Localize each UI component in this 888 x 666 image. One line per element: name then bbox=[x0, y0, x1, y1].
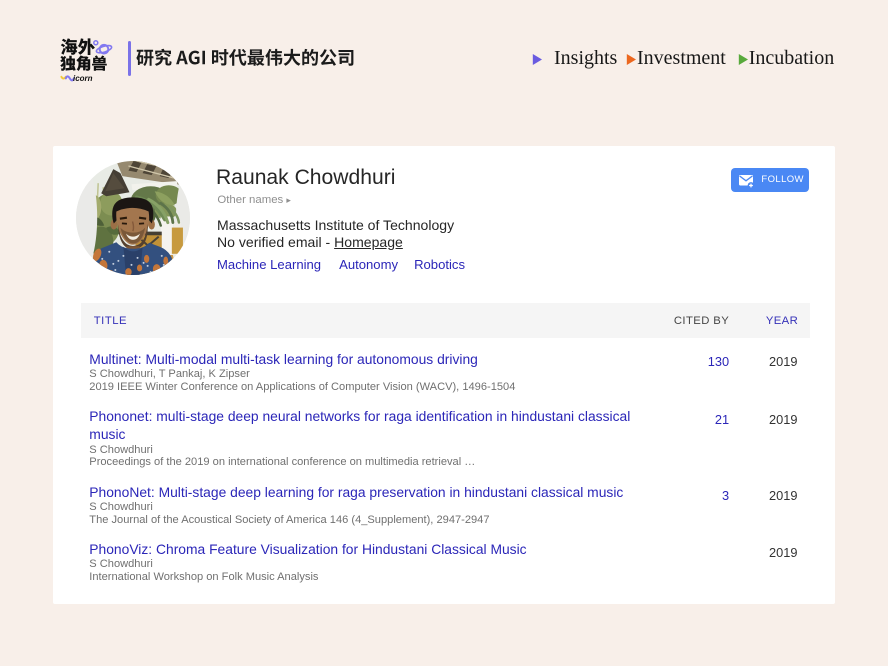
svg-text:icorn: icorn bbox=[73, 74, 93, 83]
